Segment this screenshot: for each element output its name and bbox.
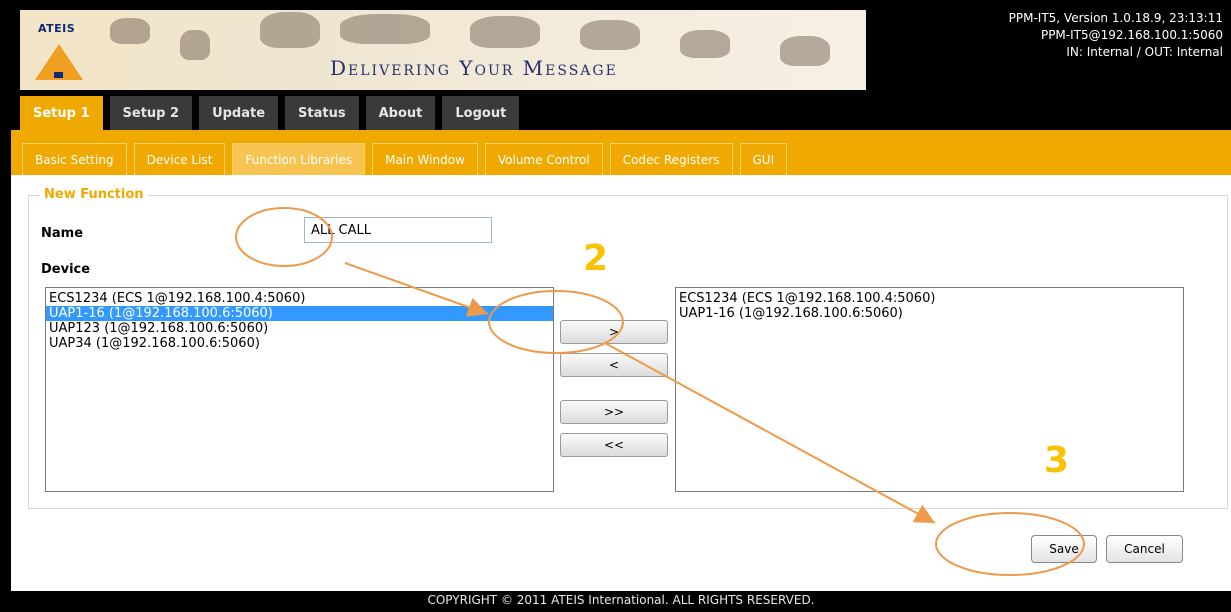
list-item[interactable]: UAP1-16 (1@192.168.100.6:5060)	[676, 306, 1183, 321]
tab-status[interactable]: Status	[285, 96, 359, 130]
footer-copyright: COPYRIGHT © 2011 ATEIS International. AL…	[11, 591, 1231, 612]
name-label: Name	[41, 226, 84, 241]
subtab-device-list[interactable]: Device List	[133, 143, 226, 175]
tab-logout[interactable]: Logout	[442, 96, 520, 130]
subtab-basic-setting[interactable]: Basic Setting	[22, 143, 127, 175]
name-input[interactable]	[304, 217, 492, 243]
fieldset-legend: New Function	[40, 187, 148, 202]
system-info: PPM-IT5, Version 1.0.18.9, 23:13:11 PPM-…	[1009, 10, 1223, 61]
system-routing: IN: Internal / OUT: Internal	[1066, 45, 1223, 59]
tab-setup-1[interactable]: Setup 1	[20, 96, 103, 130]
tab-update[interactable]: Update	[199, 96, 279, 130]
brand-slogan: Delivering Your Message	[330, 56, 618, 80]
save-button[interactable]: Save	[1031, 535, 1097, 563]
list-item[interactable]: ECS1234 (ECS 1@192.168.100.4:5060)	[676, 291, 1183, 306]
tab-about[interactable]: About	[365, 96, 436, 130]
available-devices-list[interactable]: ECS1234 (ECS 1@192.168.100.4:5060) UAP1-…	[45, 287, 554, 492]
subtab-main-window[interactable]: Main Window	[372, 143, 478, 175]
add-all-devices-button[interactable]: >>	[560, 400, 668, 424]
sub-tabs: Basic Setting Device List Function Libra…	[22, 143, 788, 175]
add-device-button[interactable]: >	[560, 320, 668, 344]
brand-logo-text: ATEIS	[38, 22, 76, 35]
list-item[interactable]: ECS1234 (ECS 1@192.168.100.4:5060)	[46, 291, 553, 306]
tab-setup-2[interactable]: Setup 2	[109, 96, 193, 130]
main-tabs: Setup 1 Setup 2 Update Status About Logo…	[20, 96, 520, 130]
subtab-codec-registers[interactable]: Codec Registers	[609, 143, 733, 175]
subtab-function-libraries[interactable]: Function Libraries	[232, 143, 366, 175]
cancel-button[interactable]: Cancel	[1106, 535, 1183, 563]
remove-device-button[interactable]: <	[560, 353, 668, 377]
system-address: PPM-IT5@192.168.100.1:5060	[1040, 28, 1223, 42]
list-item[interactable]: UAP1-16 (1@192.168.100.6:5060)	[46, 306, 553, 321]
subtab-volume-control[interactable]: Volume Control	[484, 143, 603, 175]
brand-logo-base	[54, 72, 63, 78]
step-number-2: 2	[583, 238, 609, 279]
system-version: PPM-IT5, Version 1.0.18.9, 23:13:11	[1008, 11, 1223, 25]
device-label: Device	[41, 262, 91, 277]
list-item[interactable]: UAP123 (1@192.168.100.6:5060)	[46, 321, 553, 336]
selected-devices-list[interactable]: ECS1234 (ECS 1@192.168.100.4:5060) UAP1-…	[675, 287, 1184, 492]
subtab-gui[interactable]: GUI	[739, 143, 788, 175]
list-item[interactable]: UAP34 (1@192.168.100.6:5060)	[46, 336, 553, 351]
step-number-3: 3	[1044, 440, 1070, 481]
remove-all-devices-button[interactable]: <<	[560, 433, 668, 457]
header-banner: ATEIS Delivering Your Message	[20, 10, 866, 90]
